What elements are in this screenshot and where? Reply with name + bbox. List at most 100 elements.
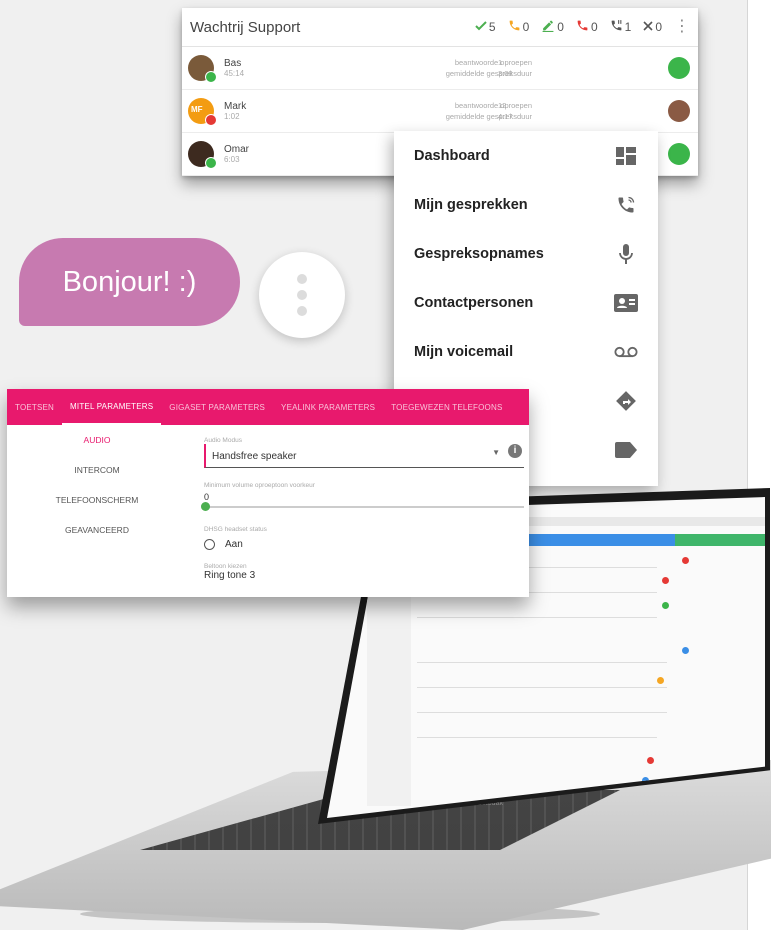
parameters-card: TOETSEN MITEL PARAMETERS GIGASET PARAMETER… (7, 389, 529, 597)
headset-toggle-value: Aan (225, 539, 243, 550)
more-vert-icon[interactable]: ⋮ (674, 19, 690, 35)
phone-missed-icon (576, 19, 589, 35)
audio-mode-label: Audio Modus (204, 437, 242, 444)
ringtone-select[interactable]: Ring tone 3 (204, 570, 524, 581)
queue-header: Wachtrij Support 5 0 0 0 1 0 ⋮ (182, 8, 698, 47)
menu-item-label: Mijn voicemail (414, 343, 514, 360)
screen-row (417, 687, 667, 688)
volume-label: Minimum volume oproeptoon voorkeur (204, 482, 315, 489)
agent-time: 6:03 (224, 155, 240, 164)
sidebar-item-intercom[interactable]: INTERCOM (7, 455, 187, 485)
status-dot[interactable] (668, 57, 690, 79)
volume-value: 0 (204, 492, 210, 502)
audio-mode-value: Handsfree speaker (212, 451, 297, 462)
avatar: MF (188, 98, 217, 126)
direction-icon (614, 389, 638, 413)
dashboard-icon (614, 144, 638, 168)
agent-name: Bas (224, 58, 242, 69)
phone-ringing-icon (508, 19, 521, 35)
queue-stat-value: 1 (624, 20, 632, 34)
queue-stats: 5 0 0 0 1 0 (467, 19, 662, 35)
screen-contacts-header (675, 534, 765, 546)
answered-calls-value: 12 (498, 101, 507, 110)
agent-time: 1:02 (224, 112, 240, 121)
tab-mitel-parameters[interactable]: MITEL PARAMETERS (62, 389, 162, 425)
sidebar-item-telefoonscherm[interactable]: TELEFOONSCHERM (7, 485, 187, 515)
screen-row (417, 662, 667, 663)
queue-stat: 0 (576, 19, 598, 35)
presence-badge (205, 71, 217, 83)
agent-info: Bas 45:14 (224, 58, 284, 78)
dot-icon (297, 306, 307, 316)
menu-item-mijn-gesprekken[interactable]: Mijn gesprekken (394, 180, 658, 229)
presence-badge (205, 114, 217, 126)
queue-stat: 0 (508, 19, 530, 35)
sidebar-item-geavanceerd[interactable]: GEAVANCEERD (7, 515, 187, 545)
status-dot[interactable] (668, 100, 690, 122)
audio-mode-select[interactable]: Handsfree speaker ▼ i (204, 444, 524, 468)
queue-stat-value: 0 (655, 20, 662, 34)
agent-row[interactable]: MF Mark 1:02 beantwoorde oproepen gemiddelde… (182, 90, 698, 133)
status-dot[interactable] (668, 143, 690, 165)
agent-info: Omar 6:03 (224, 144, 284, 164)
screen-avatar (657, 677, 664, 684)
sidebar-item-audio[interactable]: AUDIO (7, 425, 187, 455)
menu-item-label: Gespreksopnames (414, 245, 544, 262)
label-icon (614, 438, 638, 462)
pencil-icon (541, 19, 555, 35)
menu-item-gespreksopnames[interactable]: Gespreksopnames (394, 229, 658, 278)
screen-avatar (682, 647, 689, 654)
queue-stat: 0 (541, 19, 564, 35)
presence-badge (205, 157, 217, 169)
phone-calls-icon (614, 193, 638, 217)
screen-row (417, 737, 657, 738)
tab-yealink-parameters[interactable]: YEALINK PARAMETERS (273, 389, 383, 425)
avg-duration-value: 4:17 (498, 112, 513, 121)
queue-stat: 0 (643, 20, 662, 34)
contact-card-icon (614, 291, 638, 315)
parameters-fields: Audio Modus Handsfree speaker ▼ i Minimu… (201, 437, 524, 581)
queue-stat-value: 0 (557, 20, 564, 34)
menu-item-label: Dashboard (414, 147, 490, 164)
agent-name: Mark (224, 101, 247, 112)
menu-item-dashboard[interactable]: Dashboard (394, 131, 658, 180)
headset-label: DHSG headset status (204, 526, 267, 533)
agent-row[interactable]: Bas 45:14 beantwoorde oproepen gemiddelde g… (182, 47, 698, 90)
queue-title: Wachtrij Support (190, 18, 301, 36)
menu-item-mijn-voicemail[interactable]: Mijn voicemail (394, 327, 658, 376)
headset-toggle[interactable]: Aan (204, 539, 243, 550)
tab-gigaset-parameters[interactable]: GIGASET PARAMETERS (161, 389, 273, 425)
agent-info: Mark 1:02 (224, 101, 284, 121)
close-icon (643, 20, 653, 34)
more-options-button[interactable] (259, 252, 345, 338)
screen-avatar (647, 757, 654, 764)
dot-icon (297, 290, 307, 300)
queue-stat: 1 (610, 19, 632, 35)
menu-item-label: Mijn gesprekken (414, 196, 528, 213)
screen-status-dot (662, 602, 669, 609)
chat-bubble: Bonjour! :) (19, 238, 240, 326)
avatar-initials: MF (191, 105, 203, 114)
screen-avatar (682, 557, 689, 564)
info-icon[interactable]: i (508, 444, 522, 458)
ringtone-label: Beltoon kiezen (204, 563, 247, 570)
parameters-tabs: TOETSEN MITEL PARAMETERS GIGASET PARAMETER… (7, 389, 529, 425)
screen-status-dot (662, 577, 669, 584)
avg-duration-value: 3:08 (498, 69, 513, 78)
parameters-sidebar: AUDIO INTERCOM TELEFOONSCHERM GEAVANCEERD (7, 425, 187, 545)
volume-slider[interactable] (201, 502, 524, 511)
tab-toetsen[interactable]: TOETSEN (7, 389, 62, 425)
screen-row (417, 617, 657, 618)
voicemail-icon (614, 340, 638, 364)
screen-row (417, 712, 667, 713)
avatar (188, 55, 217, 83)
tab-toegewezen-telefoons[interactable]: TOEGEWEZEN TELEFOONS (383, 389, 510, 425)
menu-item-label: Contactpersonen (414, 294, 534, 311)
slider-handle[interactable] (201, 502, 210, 511)
queue-stat-value: 0 (522, 20, 530, 34)
toggle-off-icon (204, 539, 215, 550)
menu-item-contactpersonen[interactable]: Contactpersonen (394, 278, 658, 327)
dot-icon (297, 274, 307, 284)
agent-name: Omar (224, 144, 249, 155)
agent-time: 45:14 (224, 69, 245, 78)
